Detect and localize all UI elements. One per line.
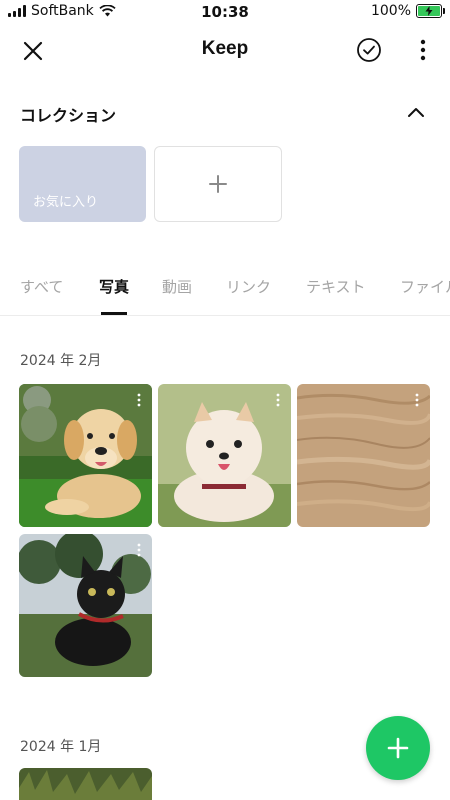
photo-thumbnail-pomeranian[interactable] [158,384,291,527]
add-collection-button[interactable] [154,146,282,222]
tab-photos[interactable]: 写真 [99,276,129,297]
section-date-label: 2024 年 2月 [20,353,102,369]
grass-image [19,768,152,800]
favorites-label: お気に入り [33,195,99,210]
photo-thumbnail-wood[interactable] [297,384,430,527]
select-button[interactable] [356,37,382,63]
section-date-label: 2024 年 1月 [20,739,102,755]
more-options-button[interactable] [418,37,428,63]
tab-text[interactable]: テキスト [306,276,366,297]
photo-more-icon[interactable] [136,542,142,558]
golden-retriever-image [19,384,152,527]
more-vertical-icon [420,39,426,61]
photo-more-icon[interactable] [275,392,281,408]
pomeranian-image [158,384,291,527]
category-tabs: すべて 写真 動画 リンク テキスト ファイル [0,266,450,316]
favorites-collection[interactable]: お気に入り [19,146,146,222]
black-cat-image [19,534,152,677]
tab-videos[interactable]: 動画 [162,276,192,297]
battery-percent: 100% [370,3,411,19]
charging-bolt-icon [425,6,433,16]
photo-more-icon[interactable] [136,392,142,408]
plus-icon [209,175,227,193]
photo-thumbnail-cat[interactable] [19,534,152,677]
tab-links[interactable]: リンク [226,276,271,297]
header: Keep [0,26,450,76]
add-item-fab[interactable] [366,716,430,780]
photo-thumbnail-grass[interactable] [19,768,152,800]
tab-all[interactable]: すべて [20,276,63,297]
wood-texture-image [297,384,430,527]
status-right: 100% [370,3,445,19]
page-title: Keep [201,38,249,59]
plus-icon [387,737,409,759]
photo-more-icon[interactable] [414,392,420,408]
collection-title: コレクション [20,106,117,125]
tab-files[interactable]: ファイル [400,276,450,297]
chevron-up-icon [408,108,424,117]
active-tab-indicator [101,312,127,315]
collapse-collection-button[interactable] [406,104,426,120]
check-circle-icon [357,38,381,62]
battery-icon [416,4,445,18]
photo-thumbnail-dog[interactable] [19,384,152,527]
status-bar: SoftBank 10:38 100% [0,0,450,26]
